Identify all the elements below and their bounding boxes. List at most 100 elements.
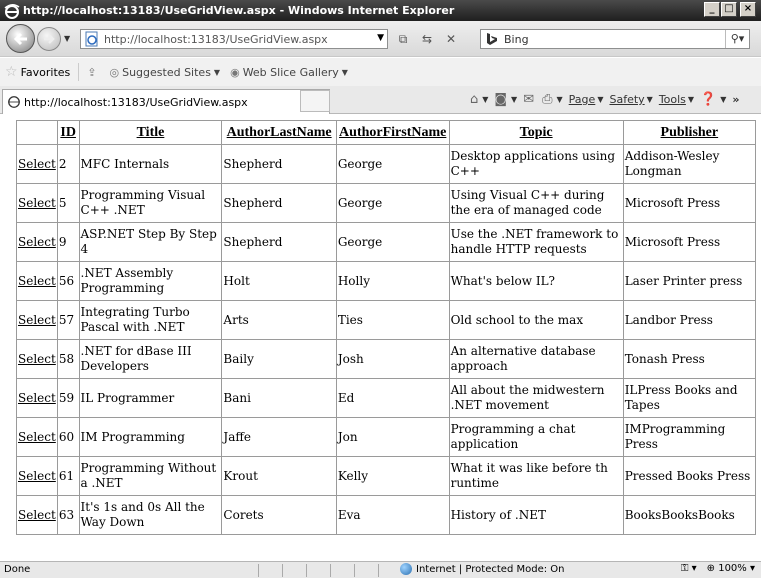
header-id[interactable]: ID: [56, 120, 80, 145]
header-topic[interactable]: Topic: [448, 120, 624, 145]
table-row: Select 58 .NET for dBase III Developers Bai…: [16, 339, 757, 379]
cell-publisher: Addison-Wesley Longman: [622, 144, 757, 184]
chevron-down-icon: ▼: [341, 67, 348, 77]
select-link[interactable]: Select: [16, 144, 58, 184]
cell-id: 2: [56, 144, 80, 184]
search-box[interactable]: Bing ⚲▾: [480, 29, 750, 49]
cell-title: Integrating Turbo Pascal with .NET: [78, 300, 223, 340]
cell-title: MFC Internals: [78, 144, 223, 184]
favorites-button[interactable]: Favorites: [21, 66, 71, 79]
address-dropdown-icon[interactable]: ▼: [377, 33, 384, 43]
cell-publisher: ILPress Books and Tapes: [622, 378, 757, 418]
select-link[interactable]: Select: [16, 339, 58, 379]
new-tab-button[interactable]: [300, 90, 330, 112]
command-bar: ⌂ ▼ ◙ ▼ ✉ ⎙ ▼ Page ▼ Safety ▼ Tools ▼ ❓ ▼ »: [470, 92, 740, 107]
more-commands-chevron-icon[interactable]: »: [732, 93, 739, 106]
cell-topic: Old school to the max: [448, 300, 624, 340]
safety-menu[interactable]: Safety ▼: [609, 93, 652, 106]
home-icon: ⌂: [470, 92, 479, 107]
suggested-sites-icon: ◎: [109, 65, 120, 79]
cell-title: Programming Visual C++ .NET: [78, 183, 223, 223]
cell-author-first-name: Jon: [335, 417, 450, 457]
cell-id: 9: [56, 222, 80, 262]
cell-id: 56: [56, 261, 80, 301]
header-publisher[interactable]: Publisher: [622, 120, 757, 145]
back-button[interactable]: [6, 24, 35, 53]
select-link[interactable]: Select: [16, 417, 58, 457]
cell-id: 61: [56, 456, 80, 496]
cell-publisher: Laser Printer press: [622, 261, 757, 301]
select-link[interactable]: Select: [16, 456, 58, 496]
cell-topic: History of .NET: [448, 495, 624, 535]
select-link[interactable]: Select: [16, 300, 58, 340]
header-author-last-name[interactable]: AuthorLastName: [221, 120, 337, 145]
divider: [78, 63, 80, 81]
help-button[interactable]: ❓ ▼: [700, 92, 726, 107]
print-button[interactable]: ⎙ ▼: [542, 92, 563, 107]
table-row: Select 61 Programming Without a .NET Krout K…: [16, 456, 757, 496]
header-title[interactable]: Title: [78, 120, 223, 145]
protected-mode-icon[interactable]: ⚿ ▾: [681, 563, 697, 574]
cell-author-last-name: Baily: [221, 339, 337, 379]
table-row: Select 9 ASP.NET Step By Step 4 Shepherd Geo…: [16, 222, 757, 262]
suggested-sites-label: Suggested Sites: [122, 65, 211, 79]
tab-title: http://localhost:13183/UseGridView.aspx: [24, 95, 248, 109]
mail-icon: ✉: [523, 92, 535, 107]
zoom-control[interactable]: ⊕ 100% ▾: [707, 563, 755, 574]
tab-page-icon: [8, 96, 20, 108]
header-author-first-name[interactable]: AuthorFirstName: [335, 120, 450, 145]
read-mail-button[interactable]: ✉: [523, 92, 536, 107]
cell-id: 63: [56, 495, 80, 535]
cell-author-last-name: Krout: [221, 456, 337, 496]
tools-menu[interactable]: Tools ▼: [659, 93, 694, 106]
help-icon: ❓: [700, 92, 717, 107]
home-button[interactable]: ⌂ ▼: [470, 92, 488, 107]
cell-author-last-name: Shepherd: [221, 144, 337, 184]
grid-header-row: ID Title AuthorLastName AuthorFirstName …: [16, 120, 757, 145]
suggested-sites-button[interactable]: ◎ Suggested Sites ▼: [109, 66, 220, 79]
cell-id: 58: [56, 339, 80, 379]
forward-button[interactable]: [37, 27, 61, 51]
compatibility-view-icon[interactable]: ⧉: [394, 30, 412, 48]
page-menu[interactable]: Page ▼: [569, 93, 604, 106]
select-link[interactable]: Select: [16, 183, 58, 223]
stop-icon[interactable]: ✕: [442, 30, 460, 48]
address-bar[interactable]: http://localhost:13183/UseGridView.aspx …: [80, 29, 388, 49]
recent-pages-dropdown-icon[interactable]: ▼: [64, 34, 70, 43]
web-slice-gallery-label: Web Slice Gallery: [242, 65, 339, 79]
minimize-button[interactable]: _: [704, 2, 720, 17]
table-row: Select 59 IL Programmer Bani Ed All about the…: [16, 378, 757, 418]
feeds-button[interactable]: ◙ ▼: [494, 92, 517, 107]
cell-publisher: Landbor Press: [622, 300, 757, 340]
cell-author-last-name: Holt: [221, 261, 337, 301]
bing-icon: [487, 33, 497, 45]
security-zone[interactable]: Internet | Protected Mode: On: [400, 563, 564, 575]
security-zone-label: Internet | Protected Mode: On: [416, 563, 565, 575]
search-placeholder: Bing: [504, 32, 529, 46]
add-to-favorites-bar-icon[interactable]: ⇪: [87, 66, 99, 79]
table-row: Select 60 IM Programming Jaffe Jon Programmin…: [16, 417, 757, 457]
refresh-icon[interactable]: ⇆: [418, 30, 436, 48]
select-link[interactable]: Select: [16, 261, 58, 301]
cell-author-first-name: Josh: [335, 339, 450, 379]
table-row: Select 5 Programming Visual C++ .NET Shephe…: [16, 183, 757, 223]
cell-title: It's 1s and 0s All the Way Down: [78, 495, 223, 535]
browser-tab[interactable]: http://localhost:13183/UseGridView.aspx: [2, 89, 330, 114]
web-slice-gallery-button[interactable]: ◉ Web Slice Gallery ▼: [230, 66, 348, 79]
select-link[interactable]: Select: [16, 378, 58, 418]
cell-author-last-name: Bani: [221, 378, 337, 418]
cell-topic: All about the midwestern .NET movement: [448, 378, 624, 418]
close-button[interactable]: ×: [740, 2, 756, 17]
cell-publisher: Microsoft Press: [622, 183, 757, 223]
cell-id: 5: [56, 183, 80, 223]
favorites-star-icon[interactable]: ☆: [5, 64, 18, 80]
select-link[interactable]: Select: [16, 495, 58, 535]
table-row: Select 57 Integrating Turbo Pascal with .N…: [16, 300, 757, 340]
cell-publisher: BooksBooksBooks: [622, 495, 757, 535]
select-link[interactable]: Select: [16, 222, 58, 262]
cell-id: 60: [56, 417, 80, 457]
cell-title: .NET for dBase III Developers: [78, 339, 223, 379]
search-go-icon[interactable]: ⚲▾: [725, 30, 749, 48]
maximize-button[interactable]: □: [721, 2, 737, 17]
status-text: Done: [4, 564, 31, 575]
